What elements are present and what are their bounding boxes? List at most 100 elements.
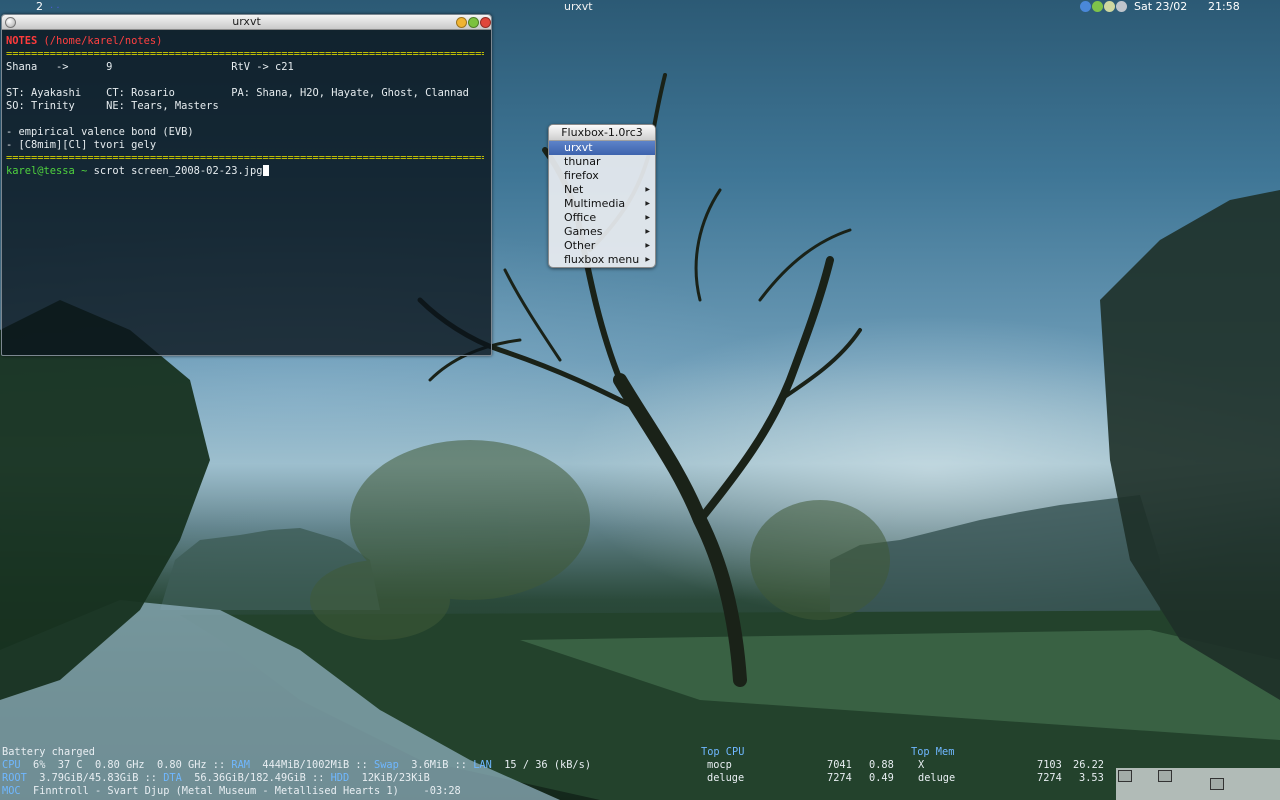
volume-icon[interactable] [1104, 1, 1115, 12]
close-button[interactable] [480, 17, 491, 28]
terminal-line: Shana -> 9 RtV -> c21 [6, 61, 294, 73]
terminal-window[interactable]: urxvt NOTES (/home/karel/notes) ========… [1, 14, 492, 356]
top-mem-value: 3.53 [1079, 772, 1104, 784]
submenu-arrow-icon: ▶ [645, 186, 650, 193]
cpu-ram-line: CPU 6% 37 C 0.80 GHz 0.80 GHz :: RAM 444… [2, 759, 591, 772]
menu-item-label: thunar [564, 155, 601, 168]
menu-item-label: Multimedia [564, 197, 626, 210]
conky-monitor: Battery charged CPU 6% 37 C 0.80 GHz 0.8… [0, 745, 1280, 800]
submenu-arrow-icon: ▶ [645, 228, 650, 235]
terminal-line: ST: Ayakashi CT: Rosario PA: Shana, H2O,… [6, 87, 469, 99]
clock-date: Sat 23/02 [1134, 0, 1188, 13]
submenu-arrow-icon: ▶ [645, 214, 650, 221]
terminal-line: - empirical valence bond (EVB) [6, 126, 194, 138]
menu-item-label: urxvt [564, 141, 593, 154]
battery-status: Battery charged [2, 746, 95, 758]
menu-item-label: Net [564, 183, 584, 196]
top-bar: 2 . . urxvt Sat 23/02 21:58 [0, 0, 1280, 14]
cpu-label: CPU [2, 759, 21, 771]
menu-item-net[interactable]: Net ▶ [549, 183, 655, 197]
prompt-user: karel@tessa ~ [6, 165, 88, 177]
top-mem-pid: 7274 [1037, 772, 1062, 784]
top-cpu-name: mocp [707, 759, 732, 771]
top-mem-name: deluge [918, 772, 956, 784]
power-icon[interactable] [1116, 1, 1127, 12]
workspace-dots[interactable]: . . [50, 0, 60, 11]
moc-label: MOC [2, 785, 21, 797]
system-tray [1080, 1, 1128, 13]
tree-foliage [310, 440, 890, 640]
update-icon[interactable] [1092, 1, 1103, 12]
cpu-values: 6% 37 C 0.80 GHz 0.80 GHz :: [20, 759, 232, 771]
terminal-content[interactable]: NOTES (/home/karel/notes) ==============… [6, 33, 488, 353]
separator-line: ========================================… [6, 152, 484, 164]
top-mem-pid: 7103 [1037, 759, 1062, 771]
top-mem-name: X [918, 759, 925, 771]
notes-path: (/home/karel/notes) [37, 35, 163, 47]
menu-item-label: Games [564, 225, 603, 238]
hdd-label: HDD [330, 772, 350, 784]
swap-values: 3.6MiB :: [398, 759, 474, 771]
notes-label: NOTES [6, 35, 38, 47]
top-cpu-label: Top CPU [701, 746, 745, 758]
lan-label: LAN [473, 759, 492, 771]
terminal-line: - [C8mim][Cl] tvori gely [6, 139, 157, 151]
command-text: scrot screen_2008-02-23.jpg [87, 165, 263, 177]
submenu-arrow-icon: ▶ [645, 200, 650, 207]
top-cpu-name: deluge [707, 772, 745, 784]
menu-item-fluxbox-menu[interactable]: fluxbox menu ▶ [549, 253, 655, 267]
hdd-values: 12KiB/23KiB [349, 772, 430, 784]
menu-item-multimedia[interactable]: Multimedia ▶ [549, 197, 655, 211]
submenu-arrow-icon: ▶ [645, 242, 650, 249]
fluxbox-root-menu: Fluxbox-1.0rc3 urxvt thunar firefox Net ▶… [548, 124, 656, 268]
menu-item-label: firefox [564, 169, 599, 182]
maximize-button[interactable] [468, 17, 479, 28]
workspace-pager [1116, 768, 1280, 800]
command-prompt[interactable]: karel@tessa ~ scrot screen_2008-02-23.jp… [6, 165, 269, 178]
moc-track: Finntroll - Svart Djup (Metal Museum - M… [20, 785, 461, 797]
menu-items: urxvt thunar firefox Net ▶ Multimedia ▶ Of… [549, 141, 655, 267]
top-mem-label: Top Mem [911, 746, 955, 758]
top-cpu-pid: 7041 [827, 759, 852, 771]
swap-label: Swap [374, 759, 399, 771]
lan-values: 15 / 36 (kB/s) [491, 759, 592, 771]
pager-workspace-1[interactable] [1118, 770, 1132, 782]
disk-line: ROOT 3.79GiB/45.83GiB :: DTA 56.36GiB/18… [2, 772, 430, 785]
menu-item-label: Office [564, 211, 597, 224]
minimize-button[interactable] [456, 17, 467, 28]
menu-item-thunar[interactable]: thunar [549, 155, 655, 169]
workspace-indicator[interactable]: 2 [36, 0, 43, 13]
terminal-titlebar[interactable]: urxvt [2, 15, 491, 30]
pager-workspace-3[interactable] [1210, 778, 1224, 790]
menu-item-label: fluxbox menu [564, 253, 640, 266]
terminal-title: urxvt [232, 15, 261, 28]
top-mem-value: 26.22 [1073, 759, 1104, 771]
separator-line: ========================================… [6, 48, 484, 60]
menu-item-label: Other [564, 239, 596, 252]
top-cpu-value: 0.49 [869, 772, 894, 784]
text-cursor [262, 165, 269, 176]
top-cpu-pid: 7274 [827, 772, 852, 784]
music-line: MOC Finntroll - Svart Djup (Metal Museum… [2, 785, 461, 798]
clock-time: 21:58 [1208, 0, 1240, 13]
ram-label: RAM [231, 759, 250, 771]
menu-item-urxvt[interactable]: urxvt [549, 141, 655, 155]
pager-workspace-2[interactable] [1158, 770, 1172, 782]
menu-item-office[interactable]: Office ▶ [549, 211, 655, 225]
dta-label: DTA [163, 772, 182, 784]
focused-window-title: urxvt [564, 0, 593, 13]
menu-item-games[interactable]: Games ▶ [549, 225, 655, 239]
menu-item-firefox[interactable]: firefox [549, 169, 655, 183]
submenu-arrow-icon: ▶ [645, 256, 650, 263]
network-icon[interactable] [1080, 1, 1091, 12]
root-values: 3.79GiB/45.83GiB :: [26, 772, 164, 784]
menu-title: Fluxbox-1.0rc3 [549, 125, 655, 141]
root-label: ROOT [2, 772, 27, 784]
dta-values: 56.36GiB/182.49GiB :: [181, 772, 331, 784]
window-menu-icon[interactable] [5, 17, 16, 28]
ram-values: 444MiB/1002MiB :: [250, 759, 374, 771]
terminal-line: SO: Trinity NE: Tears, Masters [6, 100, 219, 112]
top-cpu-value: 0.88 [869, 759, 894, 771]
menu-item-other[interactable]: Other ▶ [549, 239, 655, 253]
notes-header: NOTES (/home/karel/notes) [6, 35, 162, 48]
